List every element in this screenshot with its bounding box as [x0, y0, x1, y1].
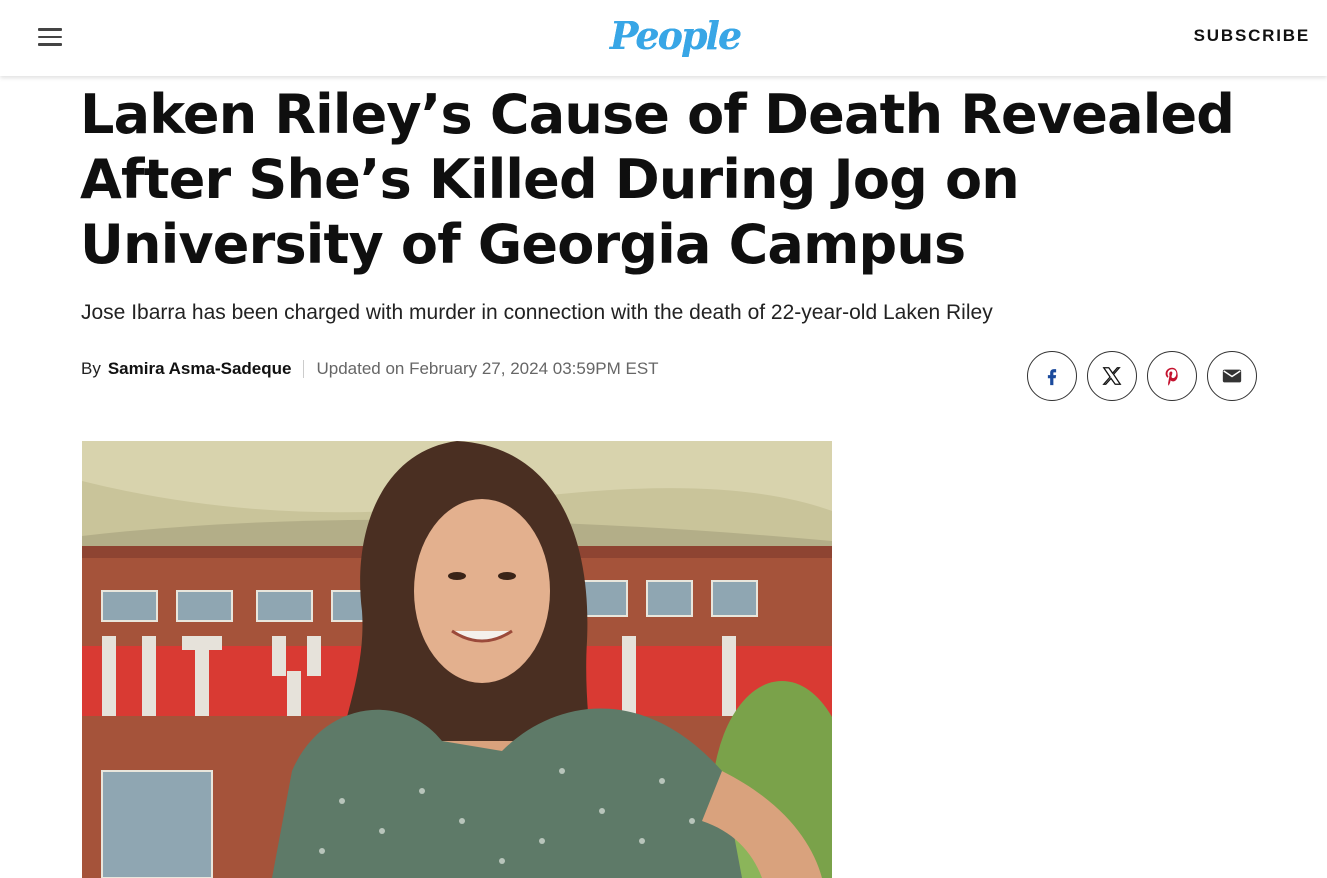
facebook-icon	[1047, 369, 1057, 386]
site-logo[interactable]: People	[610, 10, 742, 60]
byline: By Samira Asma-Sadeque Updated on Februa…	[81, 356, 659, 382]
share-email-button[interactable]	[1207, 351, 1257, 401]
logo-text: People	[609, 12, 742, 58]
site-header: People SUBSCRIBE	[0, 0, 1327, 76]
byline-divider	[303, 360, 305, 378]
subscribe-button[interactable]: SUBSCRIBE	[1194, 26, 1310, 46]
article-headline: Laken Riley’s Cause of Death Revealed Af…	[80, 83, 1235, 276]
byline-by-label: By	[81, 359, 101, 378]
email-icon	[1222, 369, 1242, 383]
author-link[interactable]: Samira Asma-Sadeque	[108, 359, 292, 379]
hero-photo-illustration	[82, 441, 832, 878]
share-bar	[1027, 351, 1257, 401]
updated-date: Updated on February 27, 2024 03:59PM EST	[316, 359, 659, 378]
share-x-button[interactable]	[1087, 351, 1137, 401]
share-pinterest-button[interactable]	[1147, 351, 1197, 401]
hero-image	[82, 441, 832, 878]
pinterest-icon	[1165, 367, 1178, 386]
menu-icon[interactable]	[38, 25, 66, 49]
share-facebook-button[interactable]	[1027, 351, 1077, 401]
x-icon	[1102, 367, 1122, 385]
article-dek: Jose Ibarra has been charged with murder…	[81, 301, 993, 324]
